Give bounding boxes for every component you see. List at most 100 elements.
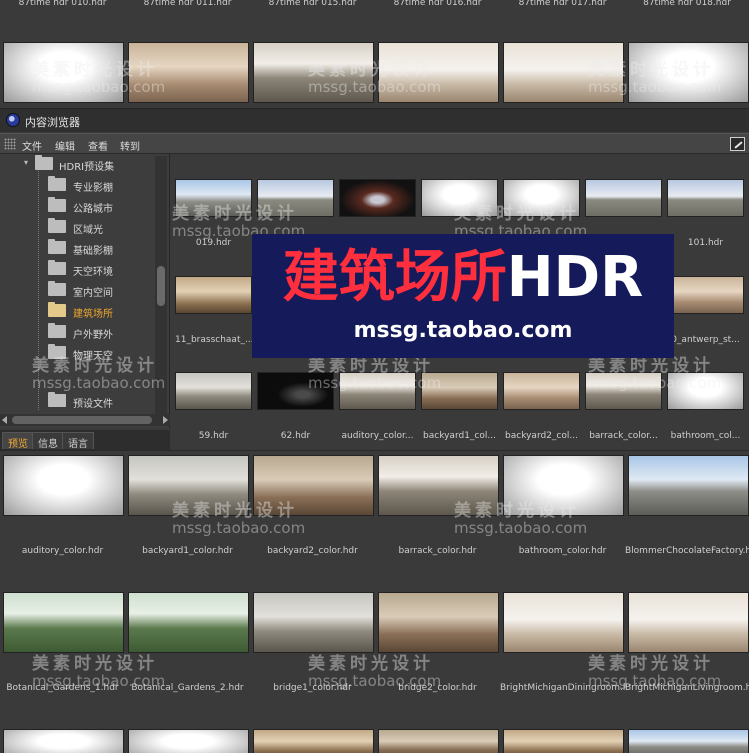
panel-header: 内容浏览器 xyxy=(0,108,749,132)
tree-item-presets[interactable]: 预设文件 xyxy=(0,391,152,412)
folder-open-icon xyxy=(35,155,53,170)
banner-title: 建筑场所HDR xyxy=(252,246,674,310)
info-tabs: 预览 信息 语言 xyxy=(0,430,170,450)
watermark: 美素时光设计 mssg.taobao.com xyxy=(308,654,442,690)
watermark: 美素时光设计 mssg.taobao.com xyxy=(308,356,442,392)
pencil-icon[interactable] xyxy=(730,137,745,151)
hdr-thumbnail[interactable] xyxy=(503,729,624,753)
preview-grid: auditory_color.hdr backyard1_color.hdr b… xyxy=(0,450,749,753)
tree-horizontal-scrollbar[interactable] xyxy=(0,414,170,426)
tree-item-interior[interactable]: 室内空间 xyxy=(0,280,152,301)
tree-item-label: 天空环境 xyxy=(73,267,113,278)
hdr-thumbnail[interactable] xyxy=(175,372,252,410)
tree-item-label: 预设文件 xyxy=(73,399,113,410)
hdr-thumbnail[interactable] xyxy=(628,729,749,753)
thumb-label: 87time hdr 015.hdr xyxy=(268,0,357,8)
scroll-thumb[interactable] xyxy=(12,416,152,424)
tree-item-label: 公路城市 xyxy=(73,204,113,215)
hdr-thumbnail[interactable] xyxy=(175,276,252,314)
hdr-thumbnail[interactable] xyxy=(503,372,580,410)
thumb-label: 87time hdr 018.hdr xyxy=(643,0,731,8)
watermark: 美素时光设计 mssg.taobao.com xyxy=(32,654,166,690)
watermark: 美素时光设计 mssg.taobao.com xyxy=(172,501,306,537)
tree-item-label: 基础影棚 xyxy=(73,246,113,257)
folder-icon xyxy=(48,302,66,317)
thumb-label: BlommerChocolateFactory.hdr xyxy=(625,546,749,556)
folder-icon xyxy=(48,392,66,407)
watermark: 美素时光设计 mssg.taobao.com xyxy=(588,356,722,392)
hdr-thumbnail[interactable] xyxy=(503,592,624,653)
hdr-thumbnail[interactable] xyxy=(585,179,662,217)
cinema4d-logo-icon xyxy=(6,113,20,127)
hdr-thumbnail[interactable] xyxy=(667,276,744,314)
hdr-thumbnail[interactable] xyxy=(128,729,249,753)
watermark: 美素时光设计 mssg.taobao.com xyxy=(32,60,166,96)
tree-item-label: 区域光 xyxy=(73,225,103,236)
watermark: 美素时光设计 mssg.taobao.com xyxy=(588,60,722,96)
hdr-thumbnail[interactable] xyxy=(3,455,124,516)
tree-item-label: 专业影棚 xyxy=(73,183,113,194)
tab-info[interactable]: 信息 xyxy=(32,432,64,450)
folder-icon xyxy=(48,218,66,233)
thumb-label: 59.hdr xyxy=(198,431,229,441)
menu-goto[interactable]: 转到 xyxy=(120,138,140,153)
hdr-thumbnail[interactable] xyxy=(339,179,416,217)
promo-banner: 建筑场所HDR mssg.taobao.com xyxy=(252,234,674,358)
tree-item-sky[interactable]: 天空环境 xyxy=(0,259,152,280)
hdr-thumbnail[interactable] xyxy=(128,592,249,653)
hdr-thumbnail[interactable] xyxy=(378,592,499,653)
thumb-label: backyard1_col... xyxy=(423,431,496,441)
hdr-thumbnail[interactable] xyxy=(253,592,374,653)
tab-language[interactable]: 语言 xyxy=(62,432,94,450)
thumb-label: backyard2_col... xyxy=(505,431,578,441)
folder-icon xyxy=(48,197,66,212)
folder-icon xyxy=(48,281,66,296)
thumb-label: 0_antwerp_st... xyxy=(671,335,740,345)
thumb-label: 87time hdr 010.hdr xyxy=(18,0,107,8)
tree-item-architecture[interactable]: 建筑场所 xyxy=(0,301,152,322)
folder-icon xyxy=(48,260,66,275)
thumb-label: bathroom_col... xyxy=(670,431,741,441)
hdr-thumbnail[interactable] xyxy=(628,592,749,653)
menu-file[interactable]: 文件 xyxy=(22,138,42,153)
thumb-label: bathroom_color.hdr xyxy=(518,546,607,556)
hdr-thumbnail[interactable] xyxy=(378,729,499,753)
thumb-label: 62.hdr xyxy=(280,431,311,441)
thumb-label: 101.hdr xyxy=(687,238,724,248)
panel-title: 内容浏览器 xyxy=(25,116,80,129)
thumb-label: auditory_color.hdr xyxy=(21,546,104,556)
thumb-label: 87time hdr 017.hdr xyxy=(518,0,607,8)
tree-item-area-light[interactable]: 区域光 xyxy=(0,217,152,238)
watermark: 美素时光设计 mssg.taobao.com xyxy=(32,356,166,392)
thumb-label: 11_brasschaat_... xyxy=(175,335,252,345)
hdr-thumbnail[interactable] xyxy=(3,592,124,653)
watermark: 美素时光设计 mssg.taobao.com xyxy=(308,60,442,96)
hdr-thumbnail[interactable] xyxy=(253,729,374,753)
tree-item-label: 室内空间 xyxy=(73,288,113,299)
scroll-thumb[interactable] xyxy=(157,266,165,306)
watermark: 美素时光设计 mssg.taobao.com xyxy=(588,654,722,690)
hdr-thumbnail[interactable] xyxy=(667,179,744,217)
tree-item-outdoor[interactable]: 户外野外 xyxy=(0,322,152,343)
tab-preview[interactable]: 预览 xyxy=(2,432,34,450)
expand-arrow-icon[interactable]: ▾ xyxy=(24,158,28,167)
tree-item-basic-studio[interactable]: 基础影棚 xyxy=(0,238,152,259)
banner-url: mssg.taobao.com xyxy=(353,318,573,343)
folder-icon xyxy=(48,239,66,254)
hdr-thumbnail[interactable] xyxy=(3,729,124,753)
menu-edit[interactable]: 编辑 xyxy=(55,138,75,153)
menu-view[interactable]: 查看 xyxy=(88,138,108,153)
scroll-right-icon[interactable] xyxy=(163,416,168,424)
tree-item-label: 户外野外 xyxy=(73,330,113,341)
scroll-left-icon[interactable] xyxy=(2,416,7,424)
tree-item-root[interactable]: ▾ HDRI预设集 xyxy=(0,154,152,175)
thumb-label: backyard2_color.hdr xyxy=(267,546,358,556)
tree-item-studio-pro[interactable]: 专业影棚 xyxy=(0,175,152,196)
tree-item-label: HDRI预设集 xyxy=(59,162,115,173)
folder-icon xyxy=(48,176,66,191)
tree-item-road-city[interactable]: 公路城市 xyxy=(0,196,152,217)
grip-handle-icon[interactable] xyxy=(4,138,16,150)
thumb-label: 87time hdr 016.hdr xyxy=(393,0,482,8)
hdr-thumbnail[interactable] xyxy=(628,455,749,516)
watermark: 美素时光设计 mssg.taobao.com xyxy=(454,501,588,537)
